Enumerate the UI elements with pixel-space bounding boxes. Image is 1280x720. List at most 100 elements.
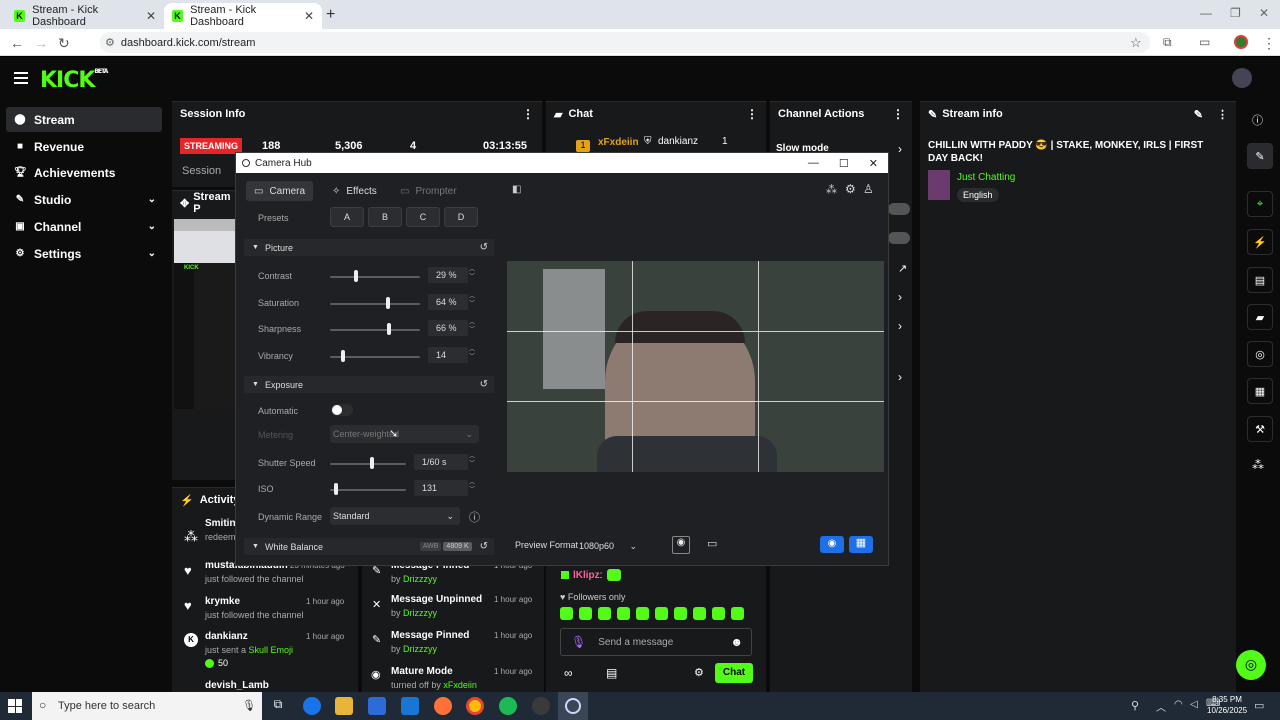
- sidebar-toggle-icon[interactable]: ◧: [512, 184, 521, 195]
- document-icon[interactable]: ▤: [1247, 267, 1273, 293]
- category-name[interactable]: Just Chatting: [957, 172, 1015, 183]
- toggle-switch[interactable]: [888, 203, 910, 215]
- reset-icon[interactable]: ↺: [480, 379, 488, 390]
- chart-icon[interactable]: ↗: [898, 262, 907, 275]
- back-icon[interactable]: ←: [10, 35, 24, 51]
- store-icon[interactable]: [368, 697, 386, 715]
- chat-input[interactable]: 🎙︎ Send a message ☻: [560, 628, 752, 656]
- account-icon[interactable]: ♙: [863, 182, 874, 196]
- emote-icon[interactable]: [693, 607, 706, 620]
- tab-search-icon[interactable]: ▭: [1199, 35, 1210, 49]
- saturation-slider-knob[interactable]: [385, 297, 390, 309]
- wifi-icon[interactable]: ◠: [1174, 699, 1183, 710]
- chevron-right-icon[interactable]: ›: [898, 142, 902, 156]
- chevron-right-icon[interactable]: ›: [898, 290, 902, 304]
- metering-dropdown[interactable]: Center-weighted ⌄: [330, 425, 479, 443]
- file-explorer-icon[interactable]: [335, 697, 353, 715]
- mic-icon[interactable]: 🎙︎: [571, 635, 586, 649]
- url-field[interactable]: ⚙ dashboard.kick.com/stream: [100, 32, 1150, 53]
- more-options-icon[interactable]: ⋮: [746, 107, 758, 121]
- preset-d-button[interactable]: D: [444, 207, 478, 227]
- more-options-icon[interactable]: ⋮: [1217, 108, 1228, 121]
- stream-preview-thumbnail[interactable]: KICK: [174, 219, 237, 409]
- reset-icon[interactable]: ↺: [480, 242, 488, 253]
- folder-icon[interactable]: ▭: [707, 537, 717, 550]
- shutter-speed-value[interactable]: 1/60 s: [414, 454, 468, 470]
- sidebar-item-settings[interactable]: ⚙ Settings ⌄: [6, 241, 162, 266]
- emote-icon[interactable]: [731, 607, 744, 620]
- shapes-icon[interactable]: ⁂: [1252, 458, 1264, 472]
- iso-value[interactable]: 131: [414, 480, 468, 496]
- shutter-speed-slider-knob[interactable]: [369, 457, 374, 469]
- emote-icon[interactable]: [579, 607, 592, 620]
- tab-camera[interactable]: ▭ Camera: [246, 181, 314, 201]
- gear-icon[interactable]: ⚙: [694, 666, 704, 679]
- chevron-right-icon[interactable]: ›: [898, 319, 902, 333]
- reset-icon[interactable]: ↺: [480, 541, 488, 552]
- target-icon[interactable]: ⌖: [1247, 191, 1273, 217]
- camera-preview[interactable]: [507, 261, 884, 472]
- extensions-icon[interactable]: ⧉: [1163, 35, 1172, 50]
- grid-toggle-icon[interactable]: ▦: [849, 536, 873, 553]
- bolt-icon[interactable]: ⚡: [1247, 229, 1273, 255]
- dynamic-range-dropdown[interactable]: Standard ⌄: [330, 507, 460, 525]
- tab-prompter[interactable]: ▭ Prompter: [392, 181, 465, 201]
- site-info-icon[interactable]: ⚙: [105, 37, 115, 49]
- notifications-icon[interactable]: ▭: [1254, 699, 1264, 712]
- send-chat-button[interactable]: Chat: [715, 663, 753, 683]
- firefox-icon[interactable]: [434, 697, 452, 715]
- store-icon[interactable]: ▤: [606, 666, 617, 680]
- edit-icon[interactable]: ✎: [1194, 108, 1203, 121]
- emote-icon[interactable]: [636, 607, 649, 620]
- preset-c-button[interactable]: C: [406, 207, 440, 227]
- mail-icon[interactable]: [401, 697, 419, 715]
- browser-tab[interactable]: K Stream - Kick Dashboard ✕: [6, 3, 164, 29]
- chat-icon[interactable]: ▰: [1247, 304, 1273, 330]
- chevron-right-icon[interactable]: ›: [898, 370, 902, 384]
- close-tab-icon[interactable]: ✕: [304, 9, 314, 23]
- stepper-icon[interactable]: ︿ ﹀: [469, 320, 475, 334]
- windows-start-icon[interactable]: [8, 699, 22, 713]
- restore-window-icon[interactable]: ❐: [1230, 6, 1241, 20]
- toggle-switch[interactable]: [888, 232, 910, 244]
- sidebar-item-achievements[interactable]: 🏆︎ Achievements: [6, 160, 162, 185]
- minimize-icon[interactable]: —: [808, 157, 819, 170]
- forward-icon[interactable]: →: [34, 35, 48, 51]
- iso-slider-knob[interactable]: [334, 483, 339, 495]
- edit-icon[interactable]: ✎: [1247, 143, 1273, 169]
- emote-icon[interactable]: [655, 607, 668, 620]
- saturation-slider[interactable]: [330, 303, 420, 305]
- kick-logo[interactable]: KICKBETA: [40, 68, 108, 93]
- shutter-speed-slider[interactable]: [330, 463, 406, 465]
- preset-b-button[interactable]: B: [368, 207, 402, 227]
- layout-icon[interactable]: ▦: [1247, 378, 1273, 404]
- wrench-icon[interactable]: ⚒: [1247, 416, 1273, 442]
- emote-icon[interactable]: [617, 607, 630, 620]
- maximize-icon[interactable]: ☐: [839, 157, 849, 170]
- sharpness-slider-knob[interactable]: [387, 323, 392, 335]
- support-icon[interactable]: ◎: [1236, 650, 1266, 680]
- iso-slider[interactable]: [330, 489, 406, 491]
- network-share-icon[interactable]: ⚲: [1131, 699, 1139, 712]
- chevron-up-icon[interactable]: ︿: [1156, 699, 1166, 714]
- mic-icon[interactable]: 🎙︎: [242, 699, 256, 712]
- exposure-section-header[interactable]: ▼ Exposure ↺: [244, 376, 494, 393]
- profile-avatar[interactable]: [1234, 35, 1248, 49]
- taskbar-search[interactable]: ○ Type here to search 🎙︎: [32, 692, 262, 720]
- emote-icon[interactable]: [598, 607, 611, 620]
- apps-icon[interactable]: ⁂: [826, 183, 837, 196]
- info-icon[interactable]: ⓘ: [1252, 112, 1263, 128]
- browser-tab-active[interactable]: K Stream - Kick Dashboard ✕: [164, 3, 322, 29]
- sharpness-slider[interactable]: [330, 329, 420, 331]
- saturation-value[interactable]: 64 %: [428, 294, 468, 310]
- vibrancy-slider-knob[interactable]: [340, 350, 345, 362]
- sidebar-item-channel[interactable]: ▣ Channel ⌄: [6, 214, 162, 239]
- tab-effects[interactable]: ✧ Effects: [324, 181, 385, 201]
- close-tab-icon[interactable]: ✕: [146, 9, 156, 23]
- minimize-window-icon[interactable]: —: [1200, 6, 1212, 20]
- sidebar-item-stream[interactable]: ⬤ Stream: [6, 107, 162, 132]
- stepper-icon[interactable]: ︿ ﹀: [469, 347, 475, 361]
- browser-menu-icon[interactable]: ⋮: [1262, 35, 1276, 52]
- contrast-slider-knob[interactable]: [354, 270, 359, 282]
- clock[interactable]: 8:35 PM 10/26/2025: [1207, 694, 1247, 716]
